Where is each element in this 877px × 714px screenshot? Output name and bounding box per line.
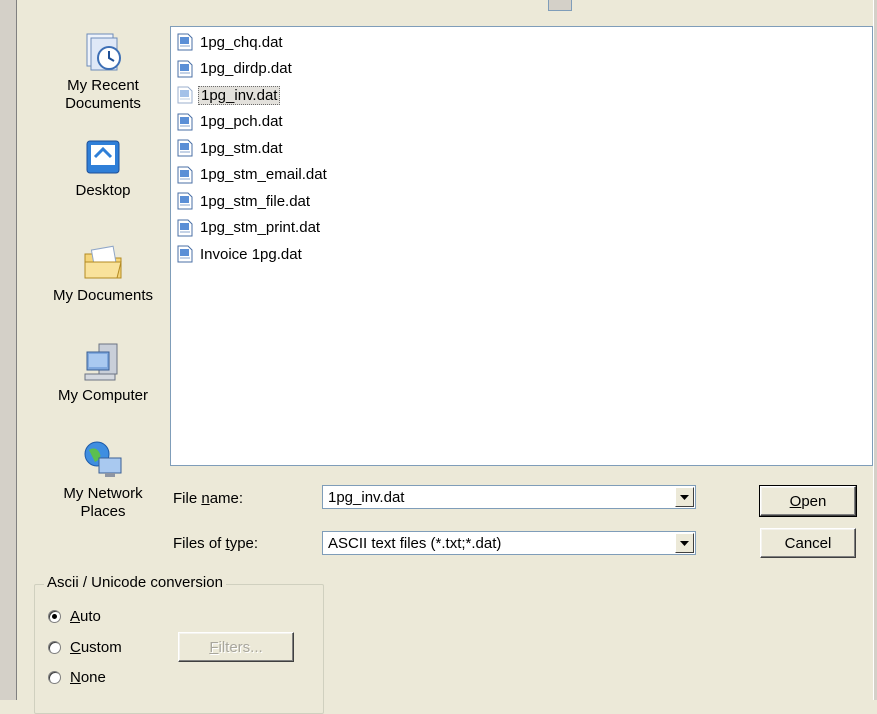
text-file-icon (177, 245, 193, 263)
file-type-combo[interactable]: ASCII text files (*.txt;*.dat) (322, 531, 696, 555)
file-name-text: 1pg_chq.dat (200, 33, 283, 51)
file-list-item[interactable]: 1pg_stm.dat (177, 137, 285, 159)
text-file-icon (177, 33, 193, 51)
open-button[interactable]: Open (759, 485, 857, 517)
file-name-input[interactable]: 1pg_inv.dat (328, 489, 404, 506)
file-type-value: ASCII text files (*.txt;*.dat) (328, 535, 502, 552)
window-right-edge (873, 0, 877, 700)
file-name-text: 1pg_stm_file.dat (200, 192, 311, 210)
radio-auto-label: Auto (70, 607, 101, 625)
place-label-line1: My Recent (67, 77, 139, 94)
file-name-combo[interactable]: 1pg_inv.dat (322, 485, 696, 509)
place-label-line2: Places (80, 503, 126, 520)
file-name-text: 1pg_inv.dat (198, 85, 281, 105)
file-name-text: 1pg_stm_email.dat (200, 166, 327, 183)
file-type-label: Files of type: (173, 535, 259, 552)
file-list-item[interactable]: 1pg_stm_print.dat (177, 217, 322, 239)
place-label-line2: Documents (65, 95, 141, 112)
conversion-group-title: Ascii / Unicode conversion (44, 574, 226, 591)
radio-auto[interactable]: Auto (48, 606, 101, 626)
file-name-text: 1pg_stm_print.dat (200, 219, 321, 236)
file-name-text: 1pg_stm.dat (200, 139, 283, 157)
place-my-computer[interactable]: My Computer (38, 340, 168, 405)
file-type-dropdown-button[interactable] (675, 533, 694, 553)
place-my-network-places[interactable]: My Network Places (38, 438, 168, 521)
text-file-icon (177, 192, 193, 210)
radio-custom-indicator[interactable] (48, 640, 61, 654)
look-in-bar (170, 0, 877, 14)
file-list-item[interactable]: 1pg_stm_file.dat (177, 190, 312, 212)
file-list-item[interactable]: 1pg_dirdp.dat (177, 58, 294, 80)
file-name-text: Invoice 1pg.dat (200, 245, 302, 263)
place-label-line1: My Network (63, 485, 143, 502)
chevron-down-icon (680, 540, 689, 546)
place-my-documents[interactable]: My Documents (38, 240, 168, 305)
place-label: My Documents (52, 287, 154, 304)
network-places-icon (84, 441, 122, 477)
radio-custom-label: Custom (70, 638, 122, 656)
place-label: Desktop (75, 182, 131, 199)
desktop-icon (86, 140, 120, 174)
window-left-edge (0, 0, 17, 700)
radio-custom[interactable]: Custom (48, 637, 122, 657)
file-list-item[interactable]: 1pg_chq.dat (177, 31, 285, 53)
text-file-icon (177, 219, 193, 236)
place-desktop[interactable]: Desktop (38, 135, 168, 200)
radio-none[interactable]: None (48, 667, 106, 687)
place-label: My Computer (57, 387, 149, 404)
file-name-label: File name: (173, 490, 244, 507)
my-documents-icon (84, 245, 122, 279)
text-file-icon (177, 166, 193, 183)
text-file-icon (177, 86, 193, 104)
text-file-icon (177, 139, 193, 157)
place-my-recent-documents[interactable]: My Recent Documents (38, 30, 168, 113)
file-list[interactable]: 1pg_chq.dat 1pg_dirdp.dat 1pg_inv.dat 1pg_p… (170, 26, 873, 466)
cancel-button[interactable]: Cancel (760, 528, 856, 558)
radio-none-label: None (70, 668, 106, 686)
file-name-dropdown-button[interactable] (675, 487, 694, 507)
my-computer-icon (84, 343, 118, 381)
file-list-item[interactable]: Invoice 1pg.dat (177, 243, 304, 265)
look-in-dropdown-stub[interactable] (548, 0, 572, 11)
chevron-down-icon (680, 494, 689, 500)
radio-none-indicator[interactable] (48, 670, 61, 684)
file-name-text: 1pg_pch.dat (200, 113, 283, 130)
recent-documents-icon (86, 33, 121, 71)
radio-auto-indicator[interactable] (48, 609, 61, 623)
file-name-text: 1pg_dirdp.dat (200, 60, 292, 77)
text-file-icon (177, 113, 193, 130)
file-list-item[interactable]: 1pg_pch.dat (177, 111, 285, 133)
file-list-item[interactable]: 1pg_inv.dat (177, 84, 281, 106)
file-list-item[interactable]: 1pg_stm_email.dat (177, 164, 329, 186)
text-file-icon (177, 60, 193, 77)
filters-button[interactable]: Filters... (178, 632, 294, 662)
